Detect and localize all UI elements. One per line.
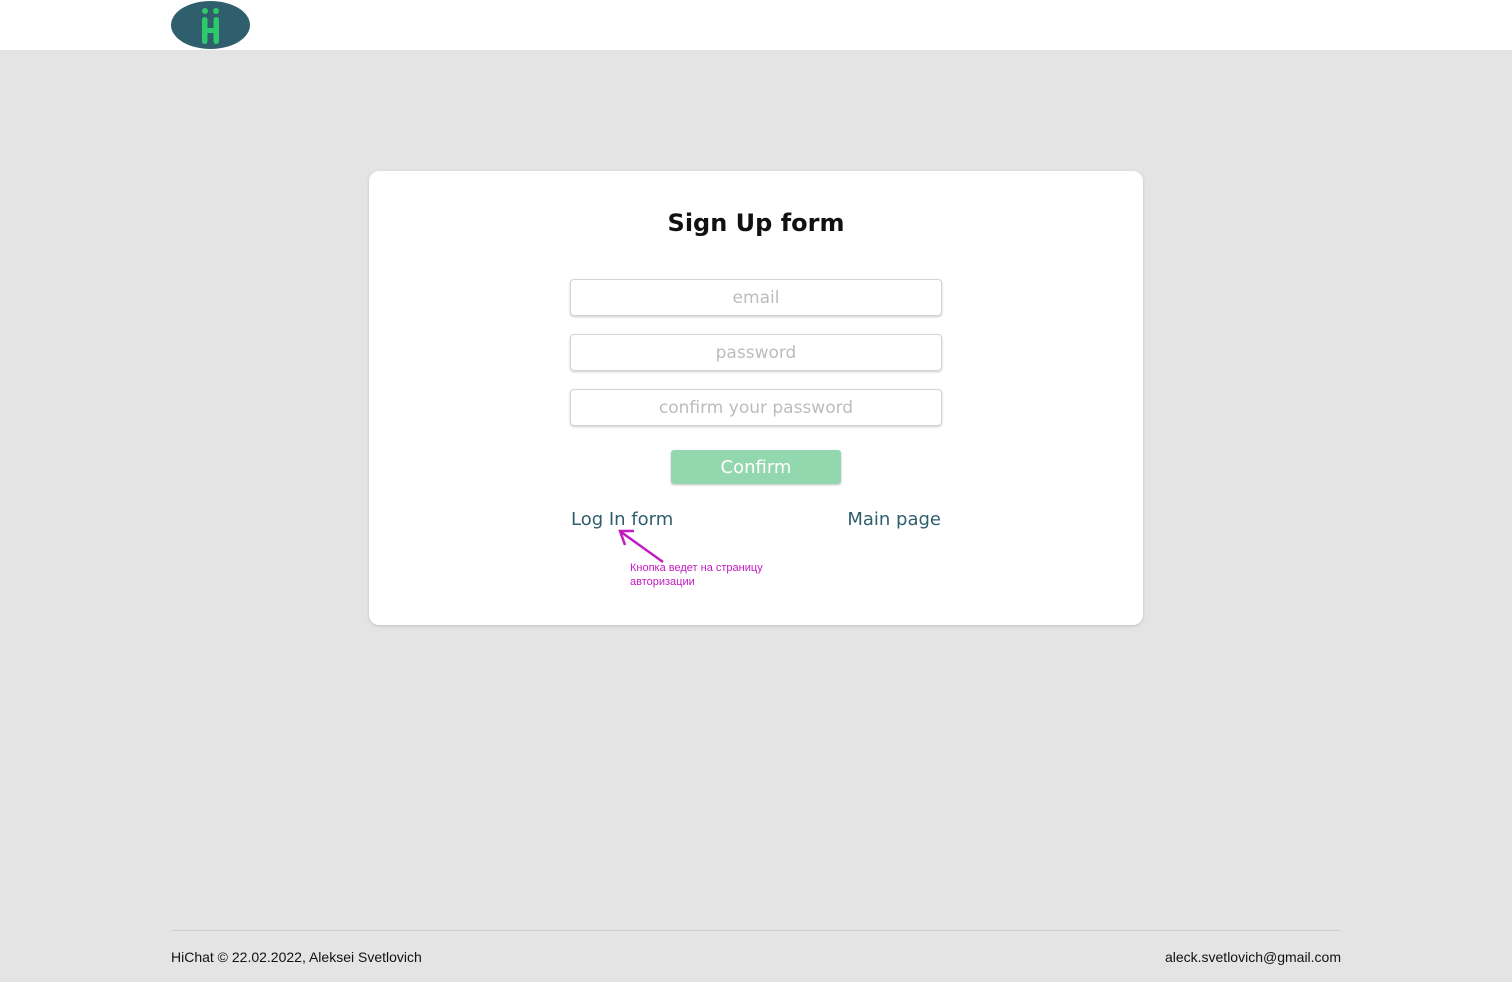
footer-email[interactable]: aleck.svetlovich@gmail.com — [1165, 949, 1341, 965]
page-title: Sign Up form — [667, 209, 845, 237]
confirm-button[interactable]: Confirm — [671, 450, 841, 484]
annotation-arrow-icon — [618, 529, 664, 564]
password-input[interactable] — [570, 334, 942, 371]
header — [0, 0, 1512, 50]
footer-divider — [171, 930, 1341, 931]
main-page-link[interactable]: Main page — [847, 509, 941, 530]
confirm-password-input[interactable] — [570, 389, 942, 426]
annotation-note: Кнопка ведет на страницу авторизации — [630, 562, 763, 588]
signup-card: Sign Up form Confirm Log In form Main pa… — [369, 171, 1143, 625]
footer-copyright: HiChat © 22.02.2022, Aleksei Svetlovich — [171, 949, 422, 965]
email-input[interactable] — [570, 279, 942, 316]
hichat-logo[interactable] — [171, 1, 250, 49]
